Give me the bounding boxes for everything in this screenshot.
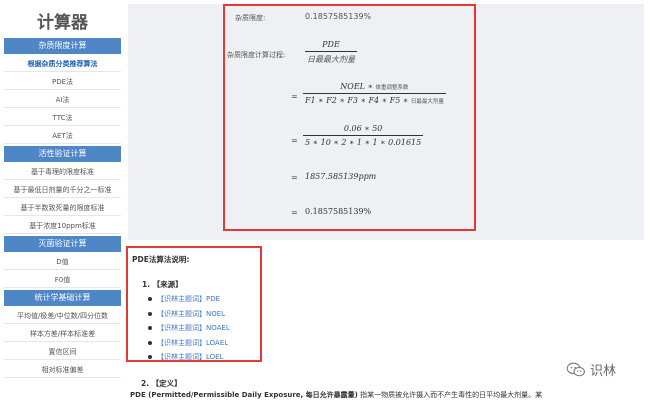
step5-equals: = — [291, 208, 298, 217]
source-heading: 1. 【来源】 — [142, 280, 183, 289]
page: 计算器 杂质限度计算 根据杂质分类推荐算法 PDE法 AI法 TTC法 AET法活性验证计… — [0, 0, 650, 401]
sidebar-section-header: 灭菌验证计算 — [4, 236, 121, 252]
source-link-text[interactable]: 【识林主题词】LOAEL — [157, 339, 228, 347]
definition-heading: 2. 【定义】 — [141, 379, 182, 388]
source-link[interactable]: 【识林主题词】LOAEL — [148, 336, 230, 351]
definition-text: PDE (Permitted/Permissible Daily Exposur… — [130, 390, 542, 400]
step4-equals: = — [291, 173, 298, 182]
step2-numerator: NOEL ∗ 体重调整系数 — [303, 82, 446, 92]
sidebar-item[interactable]: 基于浓度10ppm标准 — [4, 218, 121, 234]
sidebar-item[interactable]: PDE法 — [4, 74, 121, 90]
watermark-text: 识林 — [590, 364, 617, 379]
sidebar-item[interactable]: 置信区间 — [4, 344, 121, 360]
sidebar-section-header: 统计学基础计算 — [4, 290, 121, 306]
sidebar-item[interactable]: D值 — [4, 254, 121, 270]
step1-denominator: 日最最大剂量 — [307, 55, 355, 64]
bullet-icon — [148, 311, 152, 316]
explanation-box: PDE法算法说明: 1. 【来源】 【识林主题词】PDE 【识林主题词】NOEL 【… — [126, 246, 262, 362]
sidebar-item[interactable]: 根据杂质分类推荐算法 — [4, 56, 121, 72]
limit-value: 0.1857585139% — [305, 12, 372, 21]
calculation-box: 杂质限度: 0.1857585139% 杂质限度计算过程: PDE 日最最大剂量… — [223, 4, 476, 231]
step4-value: 1857.585139ppm — [305, 172, 377, 181]
step3-numerator: 0.06 ∗ 50 — [343, 124, 383, 133]
bullet-icon — [148, 297, 152, 301]
sidebar-item[interactable]: 基于毒理的限度标准 — [4, 164, 121, 180]
step1-fraction: PDE 日最最大剂量 — [305, 40, 357, 65]
sidebar-item[interactable]: 基于最低日剂量的千分之一标准 — [4, 182, 121, 198]
step2-num-math: NOEL — [340, 82, 365, 91]
source-link-text[interactable]: 【识林主题词】LOEL — [157, 353, 223, 361]
app-title: 计算器 — [37, 13, 88, 33]
step3-fraction: 0.06 ∗ 50 5 ∗ 10 ∗ 2 ∗ 1 ∗ 1 ∗ 0.01615 — [303, 124, 424, 147]
source-list: 【识林主题词】PDE 【识林主题词】NOEL 【识林主题词】NOAEL 【识林主题词】… — [148, 292, 230, 365]
step2-num-note: 体重调整系数 — [375, 85, 409, 91]
explanation-title: PDE法算法说明: — [132, 255, 190, 264]
sidebar-menu: 杂质限度计算 根据杂质分类推荐算法 PDE法 AI法 TTC法 AET法活性验证计算 基于毒… — [4, 38, 121, 378]
sidebar-section-header: 活性验证计算 — [4, 146, 121, 162]
step2-num-star: ∗ — [365, 82, 376, 91]
sidebar-item[interactable]: AET法 — [4, 128, 121, 144]
source-link[interactable]: 【识林主题词】LOEL — [148, 350, 230, 365]
definition-term: PDE (Permitted/Permissible Daily Exposur… — [130, 391, 358, 399]
bullet-icon — [148, 326, 152, 330]
sidebar-item[interactable]: F0值 — [4, 272, 121, 288]
step2-den-note: 日最最大剂量 — [410, 99, 444, 105]
source-link-text[interactable]: 【识林主题词】NOAEL — [157, 324, 230, 332]
step3-equals: = — [291, 136, 298, 145]
step5-value: 0.1857585139% — [305, 207, 372, 216]
step2-denominator: F1 ∗ F2 ∗ F3 ∗ F4 ∗ F5 ∗ 日最最大剂量 — [303, 95, 446, 105]
sidebar-item[interactable]: 相对标准偏差 — [4, 362, 121, 378]
sidebar-item[interactable]: AI法 — [4, 92, 121, 108]
sidebar-item[interactable]: 平均值/极差/中位数/四分位数 — [4, 308, 121, 324]
step1-numerator: PDE — [322, 40, 340, 49]
source-link-text[interactable]: 【识林主题词】PDE — [157, 295, 220, 303]
process-label: 杂质限度计算过程: — [227, 51, 286, 59]
sidebar: 计算器 杂质限度计算 根据杂质分类推荐算法 PDE法 AI法 TTC法 AET法活性验证计… — [4, 4, 121, 380]
step2-fraction: NOEL ∗ 体重调整系数 F1 ∗ F2 ∗ F3 ∗ F4 ∗ F5 ∗ 日… — [303, 82, 446, 105]
sidebar-item[interactable]: 样本方差/样本标准差 — [4, 326, 121, 342]
source-link-text[interactable]: 【识林主题词】NOEL — [157, 310, 225, 318]
source-link[interactable]: 【识林主题词】NOAEL — [148, 321, 230, 336]
definition-body: 指某一物质被允许摄入而不产生毒性的日平均最大剂量。某 — [357, 391, 543, 399]
source-link[interactable]: 【识林主题词】PDE — [148, 292, 230, 307]
bullet-icon — [148, 340, 152, 345]
sidebar-section-header: 杂质限度计算 — [4, 38, 121, 54]
step2-equals: = — [291, 92, 298, 101]
sidebar-item[interactable]: 基于半数致死量的限度标准 — [4, 200, 121, 216]
wechat-icon — [566, 362, 585, 376]
bullet-icon — [148, 355, 152, 359]
sidebar-item[interactable]: TTC法 — [4, 110, 121, 126]
source-link[interactable]: 【识林主题词】NOEL — [148, 307, 230, 322]
step3-denominator: 5 ∗ 10 ∗ 2 ∗ 1 ∗ 1 ∗ 0.01615 — [305, 138, 422, 147]
watermark: 识林 — [566, 360, 616, 379]
step2-den-math: F1 ∗ F2 ∗ F3 ∗ F4 ∗ F5 ∗ — [305, 96, 411, 105]
limit-label: 杂质限度: — [235, 14, 266, 22]
